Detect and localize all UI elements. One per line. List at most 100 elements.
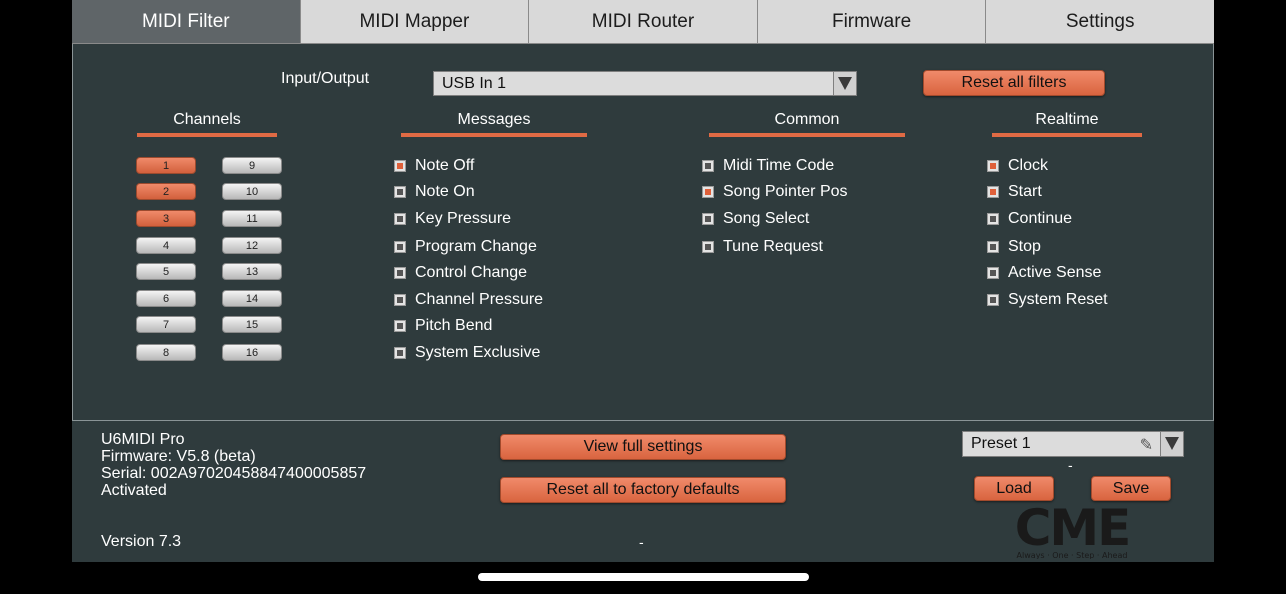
input-output-label: Input/Output [281,70,370,87]
checkbox[interactable] [394,320,406,332]
message-filter-note-off[interactable]: Note Off [394,156,474,176]
reset-all-filters-button[interactable]: Reset all filters [923,70,1105,96]
common-heading-label: Common [774,111,840,128]
checkbox[interactable] [987,241,999,253]
checkbox-label: Start [1008,183,1042,200]
messages-heading-label: Messages [457,111,531,128]
channel-button[interactable]: 8 [136,344,196,361]
checkbox[interactable] [702,213,714,225]
checkbox-label: Clock [1008,157,1049,174]
tab-settings[interactable]: Settings [986,0,1214,44]
realtime-filter-start[interactable]: Start [987,182,1042,202]
message-filter-control-change[interactable]: Control Change [394,263,527,283]
channel-button[interactable]: 16 [222,344,282,361]
device-name: U6MIDI Pro [101,431,185,448]
pencil-icon[interactable]: ✎ [1140,435,1153,455]
checkbox-label: Note On [415,183,475,200]
checkbox-label: Pitch Bend [415,317,493,334]
checkbox[interactable] [987,267,999,279]
message-filter-note-on[interactable]: Note On [394,182,475,202]
tab-bar: MIDI Filter MIDI Mapper MIDI Router Firm… [72,0,1214,44]
checkbox[interactable] [987,294,999,306]
view-full-settings-button[interactable]: View full settings [500,434,786,460]
checkbox-label: System Exclusive [415,344,541,361]
checkbox[interactable] [394,186,406,198]
checkbox[interactable] [987,213,999,225]
common-filter-song-pointer-pos[interactable]: Song Pointer Pos [702,182,848,202]
realtime-filter-active-sense[interactable]: Active Sense [987,263,1101,283]
checkbox[interactable] [394,347,406,359]
message-filter-system-exclusive[interactable]: System Exclusive [394,343,540,363]
app-version: Version 7.3 [101,533,182,550]
message-filter-channel-pressure[interactable]: Channel Pressure [394,290,543,310]
channel-button[interactable]: 15 [222,316,282,333]
dropdown-arrow-icon[interactable] [1160,432,1183,456]
checkbox-label: Program Change [415,238,537,255]
heading-underline [709,133,905,137]
checkbox-label: Active Sense [1008,264,1102,281]
message-filter-program-change[interactable]: Program Change [394,237,537,257]
channel-button[interactable]: 3 [136,210,196,227]
channel-button[interactable]: 1 [136,157,196,174]
channel-button[interactable]: 2 [136,183,196,200]
dropdown-arrow-icon[interactable] [833,72,856,95]
preset-value: Preset 1 [971,435,1031,452]
checkbox-label: Song Pointer Pos [723,183,848,200]
checkbox[interactable] [987,160,999,172]
common-heading: Common [709,111,905,137]
checkbox[interactable] [394,241,406,253]
channels-heading-label: Channels [173,111,241,128]
messages-heading: Messages [401,111,587,137]
checkbox[interactable] [394,294,406,306]
message-filter-key-pressure[interactable]: Key Pressure [394,209,511,229]
checkbox[interactable] [394,160,406,172]
channel-button[interactable]: 5 [136,263,196,280]
tab-midi-filter[interactable]: MIDI Filter [72,0,301,44]
channel-button[interactable]: 6 [136,290,196,307]
checkbox[interactable] [702,160,714,172]
common-filter-midi-time-code[interactable]: Midi Time Code [702,156,834,176]
channel-button[interactable]: 12 [222,237,282,254]
checkbox-label: Channel Pressure [415,291,544,308]
checkbox[interactable] [394,267,406,279]
message-filter-pitch-bend[interactable]: Pitch Bend [394,316,492,336]
device-status: Activated [101,482,167,499]
channel-button[interactable]: 14 [222,290,282,307]
tab-firmware[interactable]: Firmware [757,0,987,44]
channel-button[interactable]: 7 [136,316,196,333]
realtime-filter-system-reset[interactable]: System Reset [987,290,1108,310]
channel-button[interactable]: 10 [222,183,282,200]
checkbox-label: Song Select [723,210,810,227]
channel-button[interactable]: 4 [136,237,196,254]
common-filter-song-select[interactable]: Song Select [702,209,809,229]
load-button[interactable]: Load [974,476,1054,501]
checkbox-label: Stop [1008,238,1041,255]
factory-reset-button[interactable]: Reset all to factory defaults [500,477,786,503]
home-indicator[interactable] [478,573,809,581]
channel-button[interactable]: 13 [222,263,282,280]
checkbox[interactable] [702,241,714,253]
input-output-select[interactable]: USB In 1 [433,71,857,96]
channel-button[interactable]: 11 [222,210,282,227]
cme-logo: CME Always · One · Step · Ahead [996,499,1148,560]
app-window: MIDI Filter MIDI Mapper MIDI Router Firm… [72,0,1214,562]
channel-button[interactable]: 9 [222,157,282,174]
checkbox[interactable] [702,186,714,198]
checkbox[interactable] [394,213,406,225]
tab-midi-mapper[interactable]: MIDI Mapper [300,0,530,44]
tab-midi-router[interactable]: MIDI Router [529,0,758,44]
realtime-filter-stop[interactable]: Stop [987,237,1041,257]
checkbox-label: Midi Time Code [723,157,835,174]
channels-heading: Channels [137,111,277,137]
common-filter-tune-request[interactable]: Tune Request [702,237,823,257]
save-button[interactable]: Save [1091,476,1171,501]
realtime-filter-continue[interactable]: Continue [987,209,1072,229]
checkbox[interactable] [987,186,999,198]
realtime-filter-clock[interactable]: Clock [987,156,1048,176]
heading-underline [992,133,1142,137]
realtime-heading-label: Realtime [1035,111,1099,128]
logo-tagline: Always · One · Step · Ahead [1017,551,1128,559]
input-output-value: USB In 1 [442,75,507,92]
preset-select[interactable]: Preset 1 ✎ [962,431,1184,457]
realtime-heading: Realtime [992,111,1142,137]
